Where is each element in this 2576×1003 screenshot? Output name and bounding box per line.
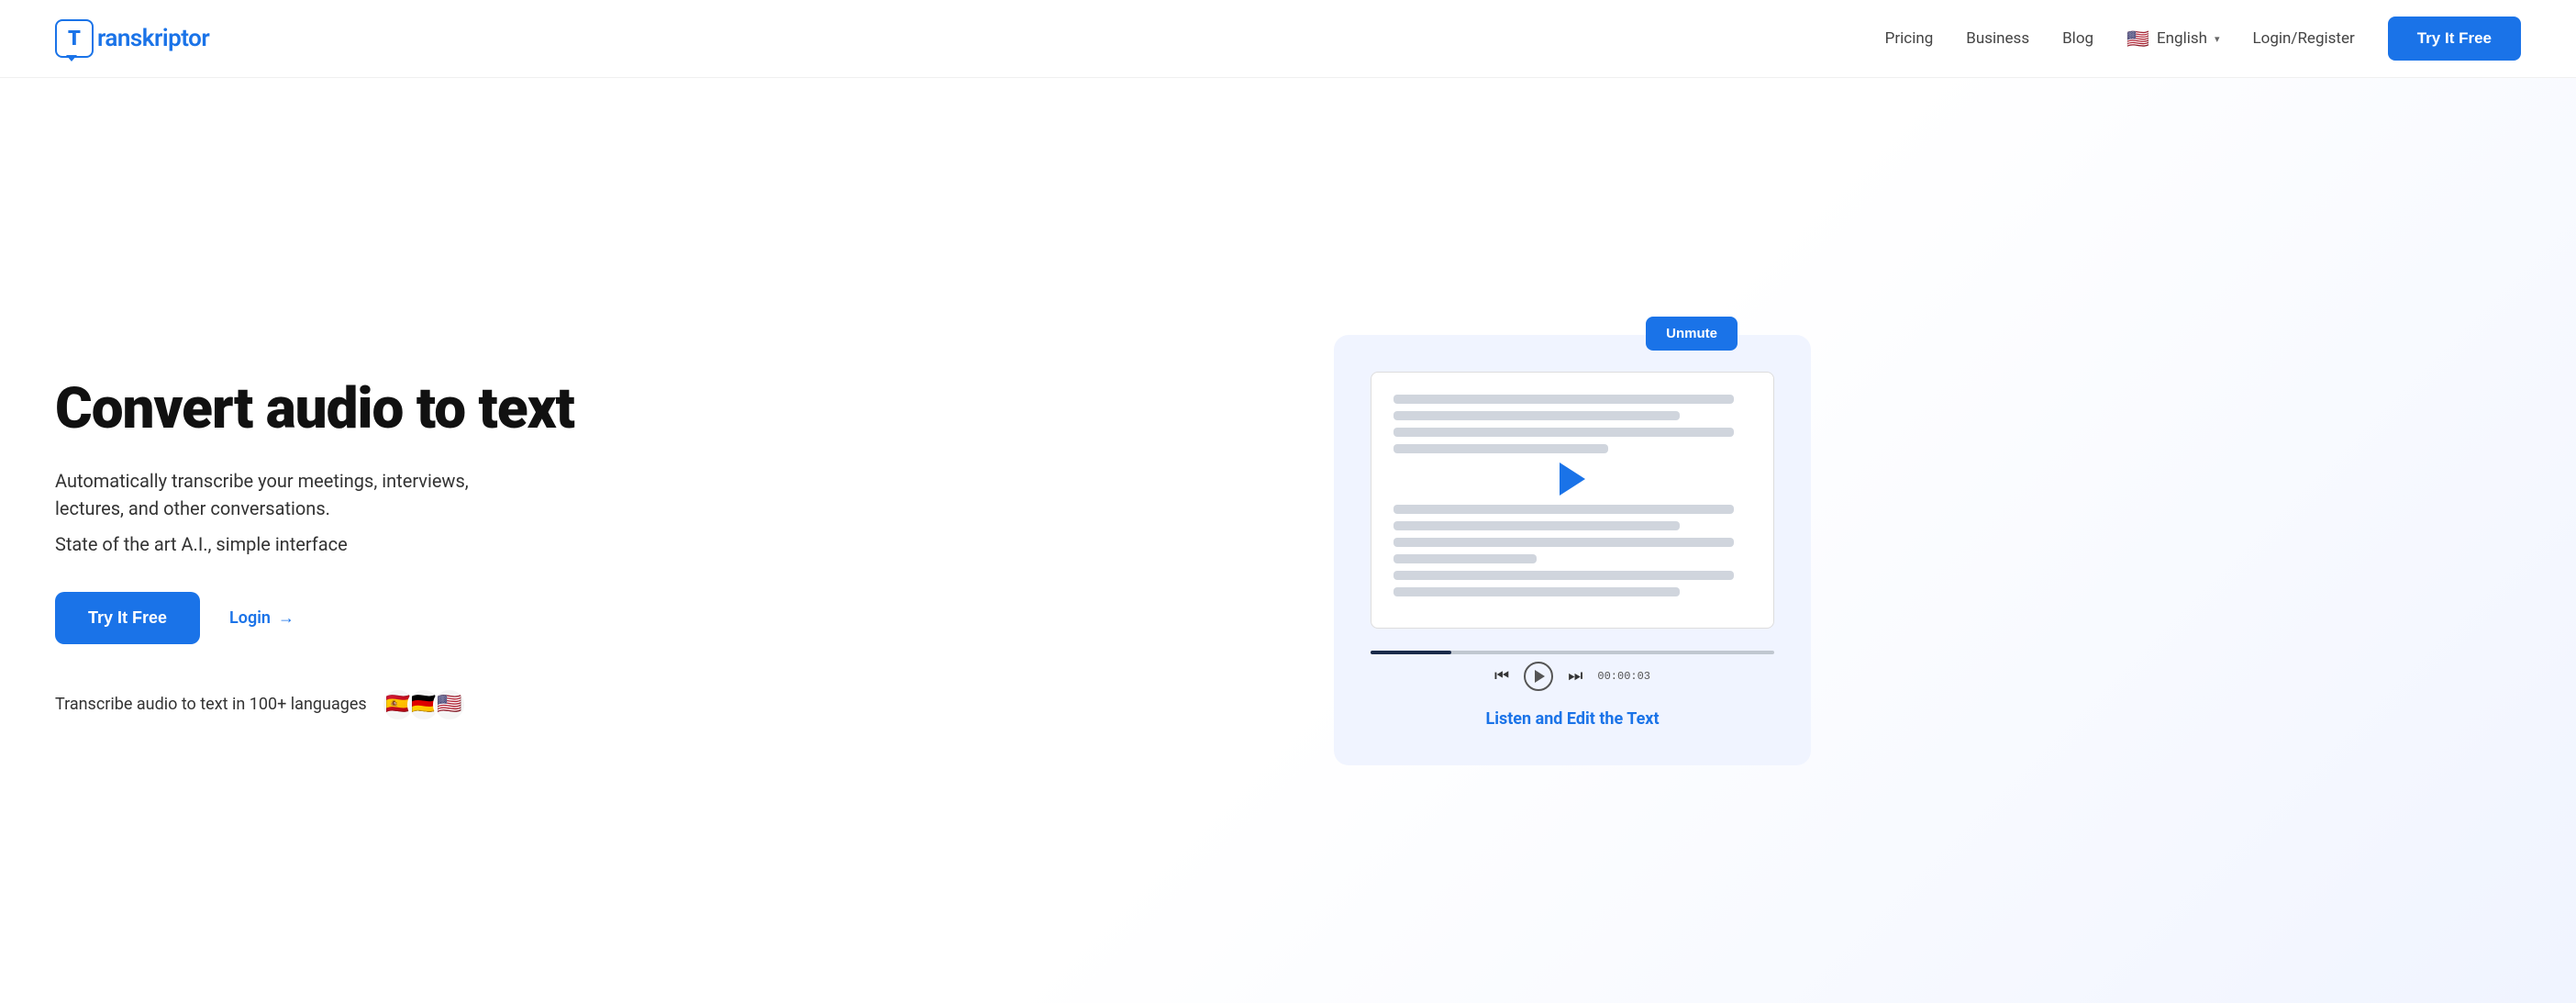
play-button[interactable]	[1524, 662, 1553, 691]
flag-us: 🇺🇸	[433, 688, 466, 721]
hero-login-link[interactable]: Login →	[229, 608, 294, 628]
player-container: Unmute	[1334, 335, 1811, 765]
skip-forward-icon: ⏭	[1568, 666, 1582, 685]
hero-subtitle: Automatically transcribe your meetings, …	[55, 467, 532, 522]
logo[interactable]: T ranskriptor	[55, 19, 209, 58]
chevron-down-icon: ▾	[2215, 33, 2220, 45]
audio-controls: ⏮ ⏭ 00:00:03	[1371, 651, 1774, 691]
listen-edit-link[interactable]: Listen and Edit the Text	[1371, 709, 1774, 729]
text-line-8	[1393, 554, 1537, 563]
progress-fill	[1371, 651, 1451, 654]
text-lines	[1393, 395, 1751, 596]
timestamp: 00:00:03	[1597, 670, 1650, 683]
text-line-10	[1393, 587, 1680, 596]
play-cursor-icon	[1560, 462, 1585, 496]
flags-group: 🇪🇸 🇩🇪 🇺🇸	[382, 688, 466, 721]
nav-pricing[interactable]: Pricing	[1885, 29, 1934, 48]
language-selector[interactable]: 🇺🇸 English ▾	[2126, 28, 2219, 50]
skip-back-icon: ⏮	[1494, 666, 1509, 685]
main-nav: Pricing Business Blog 🇺🇸 English ▾ Login…	[1885, 17, 2521, 61]
hero-left: Convert audio to text Automatically tran…	[55, 378, 624, 720]
hero-title: Convert audio to text	[55, 378, 587, 440]
text-line-5	[1393, 505, 1734, 514]
controls-row: ⏮ ⏭ 00:00:03	[1494, 662, 1650, 691]
nav-business[interactable]: Business	[1966, 29, 2029, 48]
header: T ranskriptor Pricing Business Blog 🇺🇸 E…	[0, 0, 2576, 78]
languages-row: Transcribe audio to text in 100+ languag…	[55, 688, 587, 721]
hero-actions: Try It Free Login →	[55, 592, 587, 644]
hero-section: Convert audio to text Automatically tran…	[0, 78, 2576, 1003]
unmute-button[interactable]: Unmute	[1646, 317, 1738, 351]
skip-back-button[interactable]: ⏮	[1494, 666, 1509, 685]
logo-icon: T	[55, 19, 94, 58]
skip-forward-button[interactable]: ⏭	[1568, 666, 1582, 685]
text-line-3	[1393, 428, 1734, 437]
transcript-box	[1371, 372, 1774, 629]
logo-text: ranskriptor	[97, 25, 209, 52]
text-line-1	[1393, 395, 1734, 404]
hero-right: Unmute	[624, 320, 2521, 779]
text-line-9	[1393, 571, 1734, 580]
text-line-7	[1393, 538, 1734, 547]
languages-text: Transcribe audio to text in 100+ languag…	[55, 695, 367, 714]
text-line-4	[1393, 444, 1608, 453]
flag-emoji: 🇺🇸	[2126, 28, 2149, 50]
play-circle-icon	[1524, 662, 1553, 691]
progress-track[interactable]	[1371, 651, 1774, 654]
nav-login-register[interactable]: Login/Register	[2253, 29, 2355, 48]
hero-try-free-button[interactable]: Try It Free	[55, 592, 200, 644]
language-label: English	[2157, 29, 2207, 48]
nav-blog[interactable]: Blog	[2062, 29, 2093, 48]
text-line-2	[1393, 411, 1680, 420]
header-try-free-button[interactable]: Try It Free	[2388, 17, 2521, 61]
hero-tagline: State of the art A.I., simple interface	[55, 533, 587, 555]
logo-letter: T	[68, 28, 81, 50]
play-triangle-icon	[1535, 670, 1545, 683]
text-line-6	[1393, 521, 1680, 530]
progress-bar-container	[1371, 651, 1774, 654]
